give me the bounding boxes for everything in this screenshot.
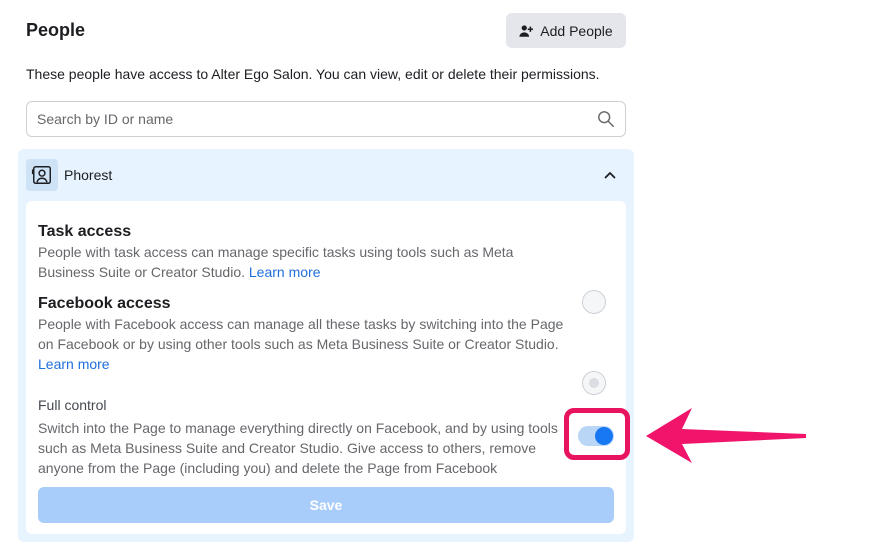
save-button[interactable]: Save [38, 487, 614, 523]
full-control-title: Full control [38, 397, 107, 413]
task-access-learn-more-link[interactable]: Learn more [249, 264, 321, 280]
avatar [26, 159, 58, 191]
person-frame-icon [31, 166, 51, 184]
full-control-description: Switch into the Page to manage everythin… [38, 420, 558, 476]
toggle-knob [595, 427, 613, 445]
search-icon[interactable] [597, 110, 615, 128]
facebook-access-learn-more-link[interactable]: Learn more [38, 356, 110, 372]
page-description: These people have access to Alter Ego Sa… [26, 66, 600, 82]
facebook-access-radio[interactable] [582, 371, 606, 395]
add-person-icon [519, 24, 534, 37]
full-control-toggle[interactable] [578, 426, 614, 446]
facebook-access-title: Facebook access [38, 295, 171, 312]
pointer-arrow-icon [646, 408, 806, 463]
add-people-label: Add People [540, 22, 613, 39]
person-panel: Phorest Task access People with task acc… [18, 149, 634, 542]
add-people-button[interactable]: Add People [506, 13, 626, 48]
page-title: People [26, 20, 86, 40]
task-access-title: Task access [38, 223, 132, 240]
task-access-description: People with task access can manage speci… [38, 244, 514, 280]
task-access-radio[interactable] [582, 290, 606, 314]
person-panel-header[interactable]: Phorest [26, 159, 626, 191]
search-input[interactable] [37, 111, 597, 127]
person-name: Phorest [64, 167, 113, 183]
search-box [26, 101, 626, 137]
chevron-up-icon[interactable] [602, 167, 618, 183]
facebook-access-description: People with Facebook access can manage a… [38, 316, 564, 372]
permissions-card: Task access People with task access can … [26, 201, 630, 534]
